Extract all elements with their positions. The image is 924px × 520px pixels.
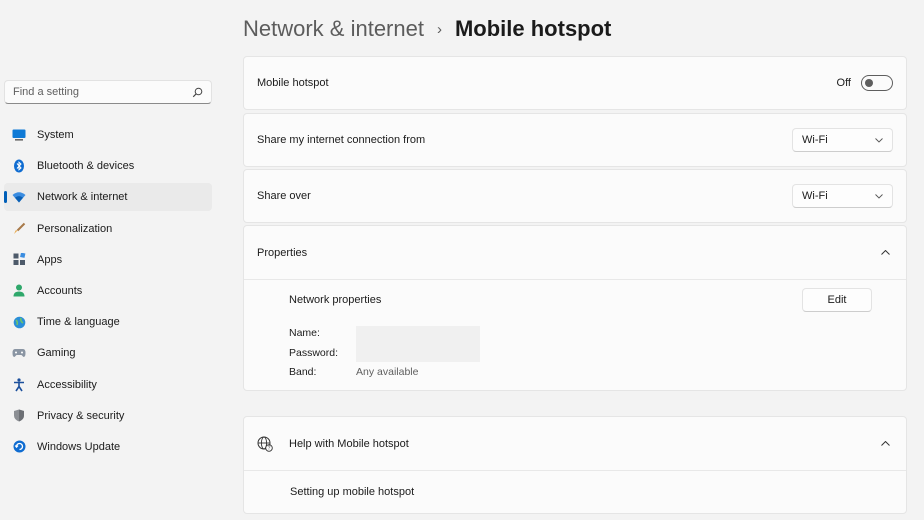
properties-content: Network properties Edit Name: Password: … — [244, 280, 906, 390]
password-label: Password: — [289, 347, 339, 359]
properties-card: Properties Network properties Edit Name:… — [243, 225, 907, 391]
sidebar-item-system[interactable]: System — [4, 121, 212, 149]
person-icon — [12, 284, 26, 298]
sidebar-item-bluetooth[interactable]: Bluetooth & devices — [4, 152, 212, 180]
sidebar-item-label: Bluetooth & devices — [37, 160, 135, 173]
sidebar-item-label: Windows Update — [37, 440, 121, 453]
monitor-icon — [12, 128, 26, 142]
svg-text:?: ? — [268, 445, 271, 451]
breadcrumb: Network & internet › Mobile hotspot — [243, 14, 611, 44]
sidebar-nav: System Bluetooth & devices Network & int… — [4, 121, 212, 464]
shield-icon — [12, 409, 26, 423]
search-icon[interactable] — [191, 86, 203, 98]
apps-icon — [12, 253, 26, 267]
mobile-hotspot-toggle[interactable] — [861, 75, 893, 91]
wifi-icon — [12, 190, 26, 204]
sidebar: Find a setting System Bluetooth & device… — [0, 0, 216, 520]
sidebar-item-network[interactable]: Network & internet — [4, 183, 212, 212]
name-label: Name: — [289, 327, 320, 339]
sidebar-item-label: Privacy & security — [37, 409, 125, 422]
chevron-down-icon — [875, 190, 883, 202]
edit-button-label: Edit — [827, 294, 847, 306]
network-properties-label: Network properties — [289, 294, 382, 306]
sidebar-item-label: Personalization — [37, 222, 113, 235]
help-card: ? Help with Mobile hotspot Setting up mo… — [243, 416, 907, 514]
sidebar-item-personalization[interactable]: Personalization — [4, 215, 212, 243]
sidebar-item-time-language[interactable]: Time & language — [4, 308, 212, 336]
search-input[interactable]: Find a setting — [13, 86, 191, 98]
sidebar-item-label: Time & language — [37, 316, 120, 329]
page-title: Mobile hotspot — [454, 16, 612, 41]
share-from-label: Share my internet connection from — [257, 134, 426, 146]
mobile-hotspot-card: Mobile hotspot Off — [243, 56, 907, 110]
share-over-card: Share over Wi-Fi — [243, 169, 907, 223]
setting-up-hotspot-link[interactable]: Setting up mobile hotspot — [290, 486, 414, 498]
sidebar-item-label: System — [37, 129, 74, 141]
sidebar-item-label: Accessibility — [37, 378, 97, 391]
share-over-label: Share over — [257, 190, 311, 202]
mobile-hotspot-label: Mobile hotspot — [257, 77, 329, 89]
sidebar-item-gaming[interactable]: Gaming — [4, 339, 212, 367]
edit-button[interactable]: Edit — [802, 288, 872, 312]
gamepad-icon — [12, 346, 26, 360]
globe-help-icon: ? — [257, 436, 273, 452]
breadcrumb-parent[interactable]: Network & internet — [243, 16, 424, 42]
properties-title: Properties — [257, 246, 308, 259]
toggle-state-label: Off — [836, 77, 851, 89]
sidebar-item-label: Network & internet — [37, 191, 128, 204]
sidebar-item-label: Apps — [37, 253, 63, 266]
help-title: Help with Mobile hotspot — [289, 437, 409, 450]
mobile-hotspot-toggle-group[interactable]: Off — [837, 75, 893, 91]
sidebar-item-apps[interactable]: Apps — [4, 246, 212, 274]
toggle-knob — [865, 79, 873, 87]
sidebar-item-label: Accounts — [37, 284, 83, 297]
update-icon — [12, 440, 26, 454]
sidebar-item-privacy-security[interactable]: Privacy & security — [4, 402, 212, 430]
globe-clock-icon — [12, 315, 26, 329]
sidebar-item-windows-update[interactable]: Windows Update — [4, 433, 212, 461]
share-over-value: Wi-Fi — [802, 190, 828, 202]
share-from-card: Share my internet connection from Wi-Fi — [243, 113, 907, 167]
sidebar-item-accessibility[interactable]: Accessibility — [4, 371, 212, 399]
brush-icon — [12, 222, 26, 236]
share-from-dropdown[interactable]: Wi-Fi — [792, 128, 893, 152]
chevron-right-icon: › — [436, 20, 442, 38]
bluetooth-icon — [12, 159, 26, 173]
chevron-up-icon[interactable] — [879, 247, 891, 259]
share-over-dropdown[interactable]: Wi-Fi — [792, 184, 893, 208]
share-from-value: Wi-Fi — [802, 134, 828, 146]
redacted-credentials — [356, 326, 480, 362]
chevron-down-icon — [875, 134, 883, 146]
properties-header[interactable]: Properties — [244, 226, 906, 279]
band-label: Band: — [289, 366, 317, 378]
sidebar-item-accounts[interactable]: Accounts — [4, 277, 212, 305]
help-header[interactable]: ? Help with Mobile hotspot — [244, 417, 906, 470]
accessibility-icon — [12, 377, 26, 392]
sidebar-item-label: Gaming — [37, 347, 76, 360]
band-value: Any available — [356, 366, 419, 378]
chevron-up-icon[interactable] — [879, 438, 891, 450]
search-box[interactable]: Find a setting — [4, 80, 212, 104]
